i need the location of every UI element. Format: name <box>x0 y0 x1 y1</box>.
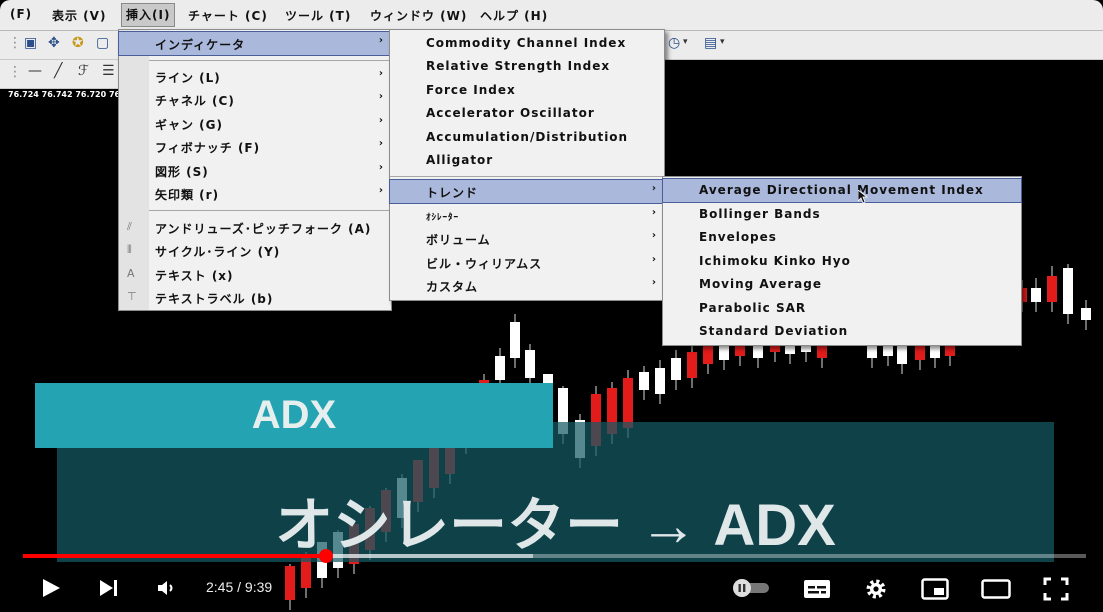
menu-item-oscillator[interactable]: ｵｼﾚｰﾀｰ › <box>390 204 664 227</box>
menu-item-volume[interactable]: ボリューム › <box>390 227 664 250</box>
miniplayer-icon[interactable] <box>921 578 949 600</box>
drawing-toolbar: ⋮ — ╱ ℱ ☰ <box>0 60 120 89</box>
menu-item-custom[interactable]: カスタム › <box>390 274 664 297</box>
clock-dropdown-icon[interactable]: ▾ <box>683 37 688 47</box>
title-banner: ADX <box>35 383 553 448</box>
menu-separator <box>149 210 391 211</box>
menubar: (F) 表示 (V) 挿入(I) チャート (C) ツール (T) ウィンドウ … <box>0 0 1103 31</box>
menu-item-cycle-lines[interactable]: ⦀ サイクル･ライン (Y) <box>119 239 391 262</box>
menu-item-envelopes[interactable]: Envelopes <box>663 226 1021 249</box>
menu-item-standard-deviation[interactable]: Standard Deviation <box>663 320 1021 343</box>
toolbar-grip-icon: ⋮ <box>8 35 22 51</box>
menu-item-indicators[interactable]: インディケータ › <box>118 31 392 56</box>
candle-body <box>897 346 907 364</box>
title-text: ADX <box>251 393 337 437</box>
candle-body <box>525 350 535 378</box>
menu-view[interactable]: 表示 (V) <box>52 7 106 25</box>
horizontal-line-icon[interactable]: — <box>28 63 42 79</box>
new-chart-icon[interactable]: ▣ <box>24 35 37 51</box>
menu-item-channel[interactable]: チャネル (C) › <box>119 88 391 111</box>
menu-item-fibonacci[interactable]: フィボナッチ (F) › <box>119 135 391 158</box>
template-icon[interactable]: ▤ <box>704 35 717 51</box>
settings-gear-icon[interactable] <box>864 577 888 601</box>
clock-icon[interactable]: ◷ <box>668 35 680 51</box>
candle-body <box>1063 268 1073 314</box>
subtitle-text: オシレーター → ADX <box>275 493 836 558</box>
pitchfork-icon: ⫽ <box>127 220 132 233</box>
candle-body <box>510 322 520 358</box>
toolbar-grip-icon: ⋮ <box>8 64 22 80</box>
menu-insert[interactable]: 挿入(I) <box>120 3 176 27</box>
window-icon[interactable]: ▢ <box>96 35 109 51</box>
menu-item-shapes[interactable]: 図形 (S) › <box>119 159 391 182</box>
menu-item-line[interactable]: ライン (L) › <box>119 65 391 88</box>
mouse-cursor-icon <box>858 190 868 204</box>
text-label-icon: ⊤ <box>127 290 137 303</box>
progress-bar[interactable] <box>23 549 1086 563</box>
template-dropdown-icon[interactable]: ▾ <box>720 37 725 47</box>
candle-body <box>867 344 877 358</box>
menu-item-pitchfork[interactable]: ⫽ アンドリューズ･ピッチフォーク (A) <box>119 216 391 239</box>
candle-body <box>671 358 681 380</box>
candle-body <box>285 566 295 600</box>
candle-body <box>1081 308 1091 320</box>
menu-item-arrows[interactable]: 矢印類 (r) › <box>119 182 391 205</box>
cycle-lines-icon: ⦀ <box>127 243 132 256</box>
crosshair-icon[interactable]: ✥ <box>48 35 60 51</box>
text-icon: A <box>127 267 135 280</box>
menu-item-text-label[interactable]: ⊤ テキストラベル (b) <box>119 286 391 309</box>
menu-item-cci[interactable]: Commodity Channel Index <box>390 32 664 55</box>
subtitles-icon[interactable] <box>803 579 831 599</box>
menu-item-bill-williams[interactable]: ビル・ウィリアムス › <box>390 251 664 274</box>
theater-mode-icon[interactable] <box>981 579 1011 599</box>
candle-body <box>915 344 925 360</box>
menu-chart[interactable]: チャート (C) <box>188 7 268 25</box>
insert-menu: インディケータ › ライン (L) › チャネル (C) › ギャン (G) ›… <box>118 29 392 311</box>
autoplay-toggle[interactable] <box>731 578 771 598</box>
menu-item-bollinger[interactable]: Bollinger Bands <box>663 203 1021 226</box>
played-bar <box>23 554 326 558</box>
candle-body <box>719 344 729 360</box>
menu-item-alligator[interactable]: Alligator <box>390 149 664 172</box>
video-frame[interactable]: (F) 表示 (V) 挿入(I) チャート (C) ツール (T) ウィンドウ … <box>0 0 1103 612</box>
candle-body <box>623 378 633 428</box>
menu-window[interactable]: ウィンドウ (W) <box>370 7 467 25</box>
menu-separator <box>149 60 391 61</box>
candle-body <box>639 372 649 390</box>
menu-item-gann[interactable]: ギャン (G) › <box>119 112 391 135</box>
channel-icon[interactable]: ☰ <box>102 63 115 79</box>
fibo-icon[interactable]: ℱ <box>78 63 89 79</box>
candle-body <box>687 352 697 378</box>
menu-item-accelerator[interactable]: Accelerator Oscillator <box>390 102 664 125</box>
volume-icon[interactable] <box>156 579 178 597</box>
menu-item-adx[interactable]: Average Directional Movement Index <box>662 178 1022 203</box>
candle-body <box>1047 276 1057 302</box>
menu-item-accumulation[interactable]: Accumulation/Distribution <box>390 126 664 149</box>
play-icon[interactable] <box>40 577 62 599</box>
menu-item-moving-average[interactable]: Moving Average <box>663 273 1021 296</box>
fullscreen-icon[interactable] <box>1043 577 1069 601</box>
menu-file[interactable]: (F) <box>10 7 32 25</box>
scrubber-handle[interactable] <box>318 549 333 563</box>
menu-separator <box>390 176 664 177</box>
price-labels: 76.724 76.742 76.720 76 <box>8 90 121 99</box>
menu-item-ichimoku[interactable]: Ichimoku Kinko Hyo <box>663 250 1021 273</box>
menu-item-rsi[interactable]: Relative Strength Index <box>390 55 664 78</box>
folder-icon[interactable]: ✪ <box>72 35 84 51</box>
menu-tools[interactable]: ツール (T) <box>285 7 351 25</box>
menu-item-trend[interactable]: トレンド › <box>389 179 665 204</box>
candle-body <box>655 368 665 394</box>
menu-help[interactable]: ヘルプ (H) <box>480 7 548 25</box>
indicators-submenu: Commodity Channel Index Relative Strengt… <box>389 29 665 301</box>
menu-item-force-index[interactable]: Force Index <box>390 79 664 102</box>
menu-item-parabolic-sar[interactable]: Parabolic SAR <box>663 297 1021 320</box>
candle-body <box>703 344 713 364</box>
trendline-icon[interactable]: ╱ <box>54 63 62 79</box>
candle-body <box>1031 288 1041 302</box>
candle-body <box>495 356 505 380</box>
time-display: 2:45 / 9:39 <box>206 579 273 595</box>
next-icon[interactable] <box>98 578 120 598</box>
menu-item-text[interactable]: A テキスト (x) <box>119 263 391 286</box>
trend-submenu: Average Directional Movement Index Bolli… <box>662 176 1022 346</box>
